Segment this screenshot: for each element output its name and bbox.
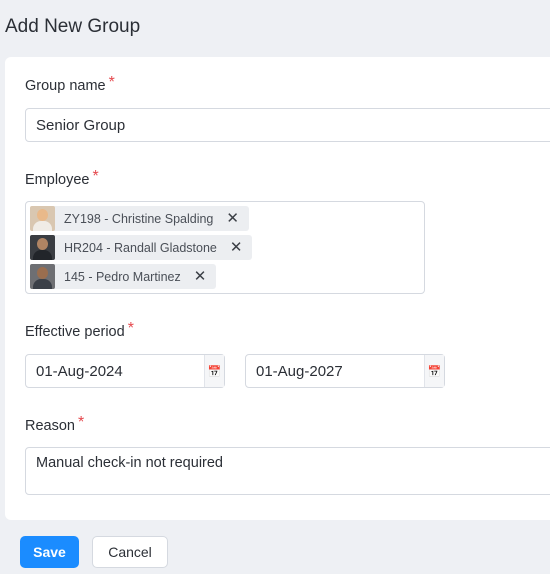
employee-label: Employee * — [25, 168, 99, 189]
remove-chip-icon[interactable]: ✕ — [226, 211, 239, 226]
reason-label: Reason * — [25, 414, 85, 435]
required-mark: * — [92, 168, 99, 185]
effective-period-label: Effective period * — [25, 320, 134, 341]
employee-chip: HR204 - Randall Gladstone ✕ — [30, 235, 253, 260]
employee-label-text: Employee — [25, 172, 90, 188]
cancel-button[interactable]: Cancel — [92, 536, 168, 568]
remove-chip-icon[interactable]: ✕ — [194, 269, 207, 284]
employee-chip-label: HR204 - Randall Gladstone — [64, 240, 217, 255]
group-name-input[interactable]: Senior Group — [25, 108, 550, 142]
required-mark: * — [127, 320, 134, 337]
employee-multiselect[interactable]: ZY198 - Christine Spalding ✕ HR204 - Ran… — [25, 201, 425, 294]
required-mark: * — [77, 414, 85, 431]
start-date-value: 01-Aug-2024 — [36, 362, 123, 380]
employee-chip: ZY198 - Christine Spalding ✕ — [30, 206, 249, 231]
start-date-input[interactable]: 01-Aug-2024 📅 — [25, 354, 225, 388]
calendar-icon[interactable]: 📅 — [424, 355, 444, 387]
calendar-icon[interactable]: 📅 — [204, 355, 224, 387]
employee-chip: 145 - Pedro Martinez ✕ — [30, 264, 217, 289]
page-title: Add New Group — [5, 16, 141, 37]
reason-label-text: Reason — [25, 418, 75, 434]
avatar — [30, 206, 55, 231]
end-date-value: 01-Aug-2027 — [256, 362, 343, 380]
save-button[interactable]: Save — [20, 536, 79, 568]
add-group-form: Group name * Senior Group Employee * ZY198… — [5, 57, 550, 520]
employee-chip-label: 145 - Pedro Martinez — [64, 269, 181, 284]
avatar — [30, 235, 55, 260]
employee-chip-label: ZY198 - Christine Spalding — [64, 211, 214, 226]
reason-textarea[interactable]: Manual check-in not required — [25, 447, 550, 495]
group-name-label-text: Group name — [25, 78, 106, 94]
end-date-input[interactable]: 01-Aug-2027 📅 — [245, 354, 445, 388]
required-mark: * — [108, 74, 115, 91]
avatar — [30, 264, 55, 289]
remove-chip-icon[interactable]: ✕ — [230, 240, 243, 255]
group-name-label: Group name * — [25, 74, 115, 95]
effective-period-label-text: Effective period — [25, 324, 125, 340]
